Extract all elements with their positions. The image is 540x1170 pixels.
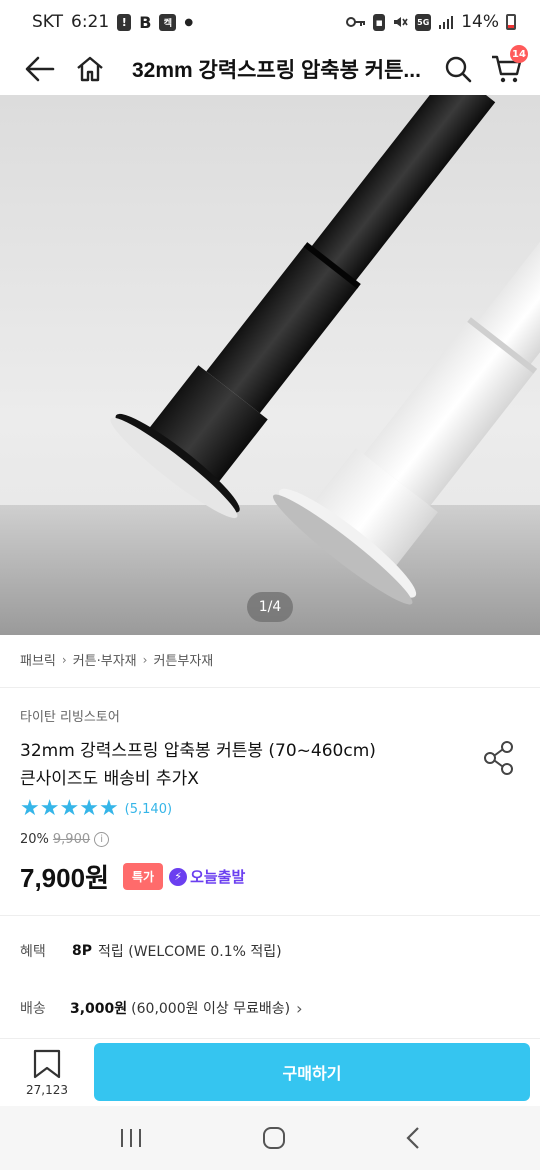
key-icon — [346, 17, 366, 27]
sale-price: 7,900원 — [20, 863, 109, 893]
bottom-action-bar: 27,123 구매하기 — [0, 1038, 540, 1106]
buy-button[interactable]: 구매하기 — [94, 1043, 530, 1101]
benefit-label: 혜택 — [20, 944, 46, 960]
battery-icon — [506, 14, 516, 30]
dot-icon: ● — [184, 16, 194, 28]
info-icon[interactable]: i — [94, 832, 110, 847]
discount-rate: 20% — [20, 832, 49, 847]
back-arrow-icon — [25, 56, 55, 82]
star-icon: ★ — [98, 796, 119, 821]
alert-icon: ! — [117, 13, 132, 31]
divider — [0, 915, 540, 916]
special-badge: 특가 — [122, 863, 164, 890]
shipping-row[interactable]: 배송 3,000원 (60,000원 이상 무료배송) › — [20, 998, 303, 1018]
benefit-row: 혜택 8P 적립 (WELCOME 0.1% 적립) — [20, 941, 282, 961]
bookmark-button[interactable]: 27,123 — [0, 1049, 94, 1097]
mute-icon — [394, 17, 408, 27]
back-nav-icon[interactable] — [405, 1126, 421, 1150]
app-bar: 32mm 강력스프링 압축봉 커튼... 14 — [0, 44, 540, 94]
system-nav-bar — [0, 1106, 540, 1170]
today-delivery-badge: ⚡ 오늘출발 — [169, 866, 245, 887]
bookmark-icon — [33, 1049, 61, 1078]
star-icon: ★ — [39, 796, 60, 821]
status-bar: SKT 6:21 ! B 켁 ● ▪ 5G 14% — [0, 0, 540, 44]
home-icon — [77, 56, 103, 82]
chevron-right-icon: › — [61, 652, 67, 667]
rating[interactable]: ★ ★ ★ ★ ★ (5,140) — [20, 798, 172, 820]
b-icon: B — [139, 12, 152, 32]
cart-button[interactable]: 14 — [486, 45, 528, 89]
share-button[interactable] — [482, 740, 516, 780]
breadcrumb-item[interactable]: 커튼부자재 — [153, 650, 213, 669]
benefit-text: 적립 (WELCOME 0.1% 적립) — [98, 944, 282, 960]
home-button[interactable] — [70, 49, 110, 89]
product-title: 32mm 강력스프링 압축봉 커튼봉 (70~460cm) 큰사이즈도 배송비 … — [20, 737, 460, 793]
lightning-icon: ⚡ — [169, 867, 188, 886]
search-icon — [445, 56, 472, 83]
star-icon: ★ — [79, 796, 99, 821]
star-icon: ★ — [59, 796, 80, 821]
shipping-label: 배송 — [20, 1001, 46, 1017]
original-price: 9,900 — [52, 832, 91, 847]
recent-apps-icon[interactable] — [119, 1127, 143, 1149]
shipping-text: (60,000원 이상 무료배송) — [131, 1001, 291, 1017]
price-row: 7,900원 특가 ⚡ 오늘출발 — [20, 858, 245, 895]
discount-info: 20% 9,900 i — [20, 832, 110, 847]
shipping-fee: 3,000원 — [70, 1001, 128, 1017]
search-button[interactable] — [438, 49, 478, 89]
product-title-line2: 큰사이즈도 배송비 추가X — [20, 769, 199, 789]
signal-icon — [439, 16, 454, 29]
home-nav-icon[interactable] — [262, 1126, 286, 1150]
divider — [0, 687, 540, 688]
today-delivery-label: 오늘출발 — [190, 868, 246, 886]
battery-percent: 14% — [461, 12, 499, 32]
breadcrumb: 패브릭 › 커튼·부자재 › 커튼부자재 — [20, 650, 213, 670]
chevron-right-icon: › — [296, 998, 303, 1018]
image-page-indicator: 1/4 — [247, 592, 293, 622]
bookmark-count: 27,123 — [26, 1082, 68, 1097]
lock-icon: ▪ — [373, 13, 386, 31]
network-icon: 5G — [415, 13, 432, 31]
product-title-line1: 32mm 강력스프링 압축봉 커튼봉 (70~460cm) — [20, 741, 376, 761]
star-icon: ★ — [20, 796, 40, 821]
app-icon: 켁 — [159, 13, 177, 31]
carrier-label: SKT — [32, 12, 64, 32]
product-image[interactable] — [0, 95, 540, 635]
page-title: 32mm 강력스프링 압축봉 커튼... — [132, 59, 421, 82]
breadcrumb-item[interactable]: 커튼·부자재 — [73, 650, 137, 669]
status-time: 6:21 — [71, 12, 110, 32]
brand-name[interactable]: 타이탄 리빙스토어 — [20, 706, 120, 725]
back-button[interactable] — [20, 49, 60, 89]
breadcrumb-item[interactable]: 패브릭 — [20, 650, 56, 669]
cart-count-badge: 14 — [510, 45, 528, 63]
review-count: (5,140) — [124, 801, 173, 817]
benefit-points: 8P — [72, 943, 93, 959]
chevron-right-icon: › — [142, 652, 148, 667]
share-icon — [484, 741, 513, 775]
